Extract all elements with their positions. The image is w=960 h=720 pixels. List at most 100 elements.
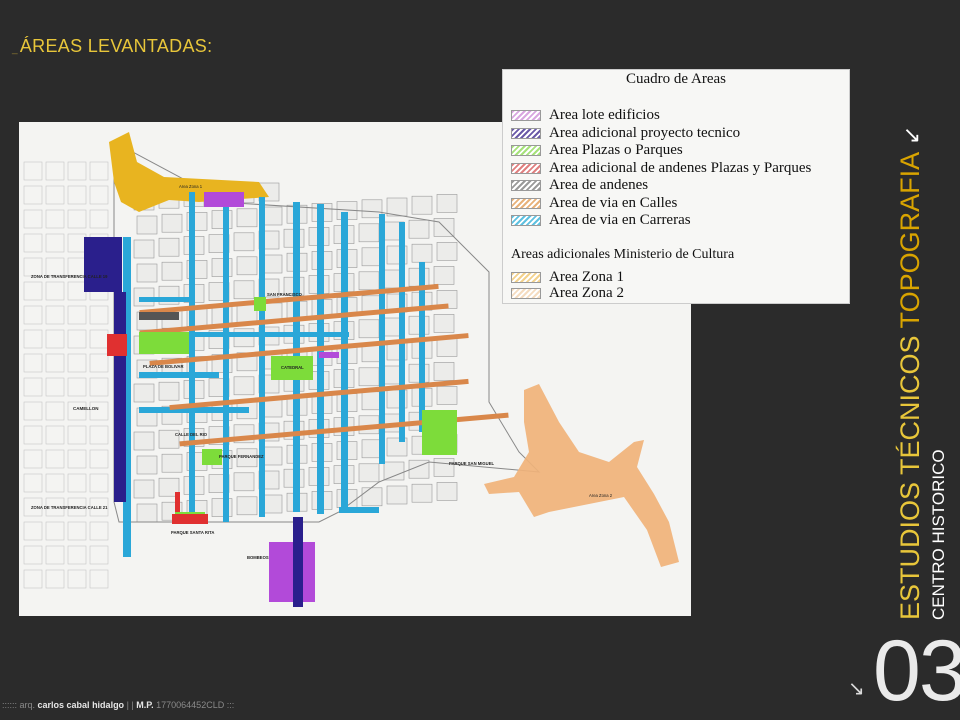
city-block xyxy=(433,266,455,285)
legend-item-label: Area adicional de andenes Plazas y Parqu… xyxy=(549,159,812,176)
city-block xyxy=(233,280,255,300)
outer-block xyxy=(23,521,43,541)
outer-block xyxy=(23,545,43,565)
outer-block xyxy=(89,377,109,397)
outer-block xyxy=(45,425,65,445)
city-block xyxy=(161,453,183,473)
label-catedral: CATEDRAL xyxy=(281,365,304,370)
label-san-francisco: SAN FRANCISCO xyxy=(267,292,303,297)
city-block xyxy=(233,328,255,348)
legend-swatch xyxy=(511,162,541,174)
legend-swatch xyxy=(511,110,541,121)
outer-block xyxy=(67,305,87,325)
legend-item-label: Area Plazas o Parques xyxy=(549,142,683,158)
outer-block xyxy=(23,401,43,421)
city-block xyxy=(436,482,458,501)
outer-block xyxy=(67,473,87,493)
label-area-zona-2: Area Zona 2 xyxy=(589,493,613,498)
outer-block xyxy=(89,449,109,469)
outer-block xyxy=(23,377,43,397)
city-block xyxy=(233,376,255,396)
legend-item: Area de via en Carreras xyxy=(511,212,691,228)
city-block xyxy=(386,197,408,217)
legend-item-label: Area Zona 1 xyxy=(549,269,624,285)
city-block xyxy=(358,319,380,339)
city-block xyxy=(236,256,258,276)
outer-block xyxy=(67,281,87,301)
legend-item-label: Area adicional proyecto tecnico xyxy=(549,124,741,141)
outer-block xyxy=(67,353,87,373)
outer-block xyxy=(23,185,43,205)
outer-block xyxy=(45,281,65,301)
legend-title: Cuadro de Areas xyxy=(626,71,726,87)
outer-block xyxy=(45,473,65,493)
vertical-subtitle: CENTRO HISTORICO xyxy=(929,449,948,620)
zona-2-area xyxy=(484,384,679,567)
outer-block xyxy=(45,521,65,541)
outer-block xyxy=(89,425,109,445)
outer-block xyxy=(23,305,43,325)
slide-title-text: ÁREAS LEVANTADAS: xyxy=(19,36,213,56)
city-block xyxy=(361,487,383,507)
outer-block xyxy=(89,161,109,181)
outer-block xyxy=(45,449,65,469)
outer-block xyxy=(45,329,65,349)
legend-item: Area lote edificios xyxy=(511,107,660,123)
footer-mp-label: M.P. xyxy=(136,700,154,710)
outer-block xyxy=(89,473,109,493)
label-zona-transferencia-19: ZONA DE TRANSFERENCIA CALLE 19 xyxy=(31,274,108,279)
outer-block xyxy=(45,161,65,181)
outer-block xyxy=(89,353,109,373)
outer-block xyxy=(89,329,109,349)
legend-item: Area adicional de andenes Plazas y Parqu… xyxy=(511,159,812,176)
label-area-zona-1: Area Zona 1 xyxy=(179,184,203,189)
city-block xyxy=(158,381,180,401)
city-block xyxy=(358,463,380,483)
legend-swatch xyxy=(511,145,541,156)
city-block xyxy=(133,479,155,499)
outer-block xyxy=(45,377,65,397)
outer-block xyxy=(89,185,109,205)
arrow-up-left-icon: ↘ xyxy=(902,121,922,147)
footer-mp-number: 1770064452CLD xyxy=(156,700,225,710)
outer-block xyxy=(23,449,43,469)
outer-block xyxy=(89,209,109,229)
vertical-title-part2: TOPOGRAFIA xyxy=(895,151,925,329)
legend-swatch xyxy=(511,215,541,226)
outer-block xyxy=(23,473,43,493)
city-block xyxy=(161,261,183,281)
outer-block xyxy=(23,425,43,445)
label-plaza-bolivar: PLAZA DE BOLIVAR xyxy=(143,364,183,369)
outer-block xyxy=(89,521,109,541)
page-number: 03 xyxy=(873,623,960,719)
label-parque-san-miguel: PARQUE SAN MIGUEL xyxy=(449,461,494,466)
city-block xyxy=(436,242,458,261)
outer-block xyxy=(45,545,65,565)
label-parque-fernandez: PARQUE FERNANDEZ xyxy=(219,454,264,459)
legend-item: Area adicional proyecto tecnico xyxy=(511,124,741,141)
outer-block xyxy=(67,449,87,469)
outer-block xyxy=(67,329,87,349)
city-block xyxy=(136,455,158,475)
vertical-title-part1: ESTUDIOS TÉCNICOS xyxy=(895,328,925,620)
label-zona-transferencia-21: ZONA DE TRANSFERENCIA CALLE 21 xyxy=(31,505,108,510)
block-grid xyxy=(23,161,458,589)
city-block xyxy=(133,431,155,451)
outer-block xyxy=(89,305,109,325)
label-calle-rio: CALLE DEL RIO xyxy=(175,432,208,437)
legend-swatch xyxy=(511,127,541,139)
city-block xyxy=(136,215,158,235)
legend-item: Area de andenes xyxy=(511,177,648,193)
title-tick: _ xyxy=(12,44,18,55)
legend-item-label: Area de via en Carreras xyxy=(549,212,691,228)
arrow-down-right-icon: ↘ xyxy=(848,678,865,700)
outer-block xyxy=(45,569,65,589)
outer-block xyxy=(23,161,43,181)
outer-block xyxy=(67,185,87,205)
legend-swatch xyxy=(511,272,541,283)
city-block xyxy=(233,232,255,252)
outer-block xyxy=(67,545,87,565)
city-block xyxy=(358,367,380,387)
footer-credits: :::::: arq. carlos cabal hidalgo | | M.P… xyxy=(2,700,234,710)
slide-title: _ ÁREAS LEVANTADAS: xyxy=(12,36,212,57)
